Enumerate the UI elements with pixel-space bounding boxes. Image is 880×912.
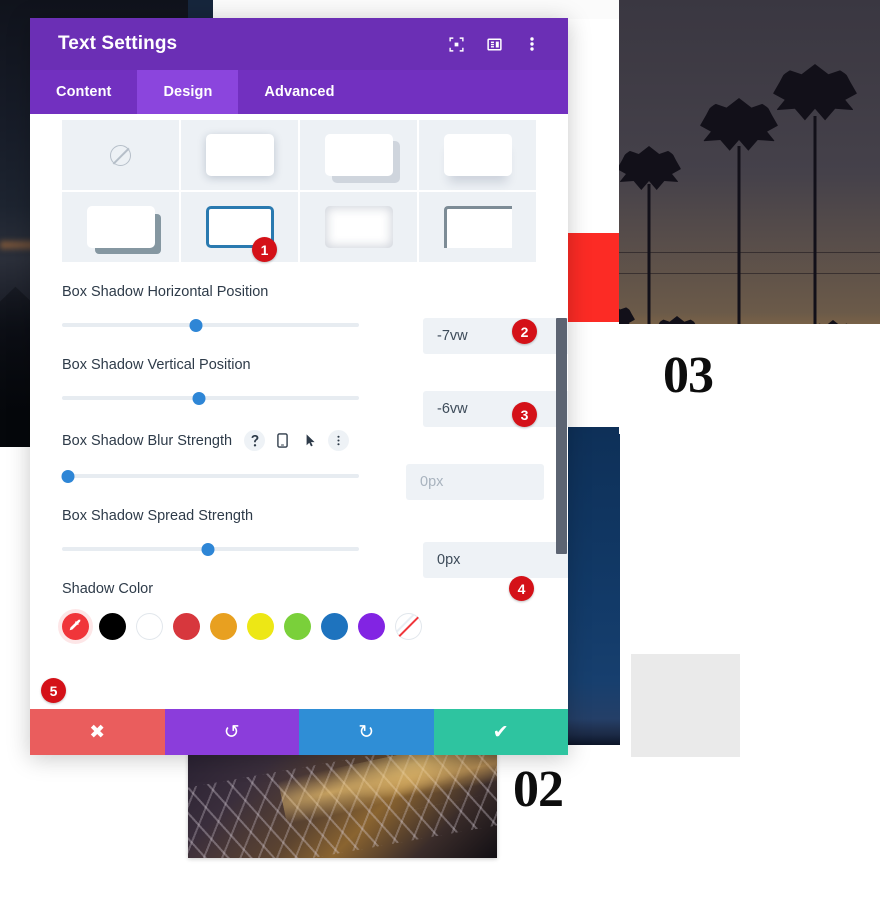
- slider-box-shadow-spread-strength[interactable]: [62, 539, 359, 559]
- preset-drop-bottom[interactable]: [419, 120, 536, 190]
- modal-footer: ✖ ↺ ↻ ✔: [30, 709, 568, 755]
- tab-content[interactable]: Content: [30, 70, 137, 114]
- swatch-transparent[interactable]: [395, 613, 422, 640]
- redo-button[interactable]: ↻: [299, 709, 434, 755]
- control-shadow-color: Shadow Color: [62, 581, 536, 640]
- annotation-badge-5: 5: [41, 678, 66, 703]
- swatch-green[interactable]: [284, 613, 311, 640]
- help-icon[interactable]: [244, 430, 266, 451]
- eyedropper-swatch[interactable]: [62, 613, 89, 640]
- navy-city-block: [565, 427, 620, 745]
- control-box-shadow-blur-strength: Box Shadow Blur Strength 0px: [61, 430, 544, 500]
- swatch-blue[interactable]: [321, 613, 348, 640]
- expand-view-icon[interactable]: [440, 28, 472, 60]
- annotation-badge-3: 3: [512, 402, 537, 427]
- card-03-number: 03: [663, 347, 714, 404]
- label-box-shadow-horizontal-position: Box Shadow Horizontal Position: [62, 284, 269, 300]
- save-button[interactable]: ✔: [433, 709, 568, 755]
- tab-advanced[interactable]: Advanced: [238, 70, 360, 114]
- annotation-badge-2: 2: [512, 319, 537, 344]
- modal-header: Text Settings: [30, 18, 568, 70]
- preset-outline[interactable]: [181, 192, 298, 262]
- input-box-shadow-vertical-position[interactable]: -6vw: [423, 391, 568, 427]
- scrollbar-thumb[interactable]: [556, 318, 567, 554]
- label-box-shadow-blur-strength: Box Shadow Blur Strength: [62, 432, 233, 449]
- top-dark-square: [188, 0, 213, 18]
- preset-offset-down-right[interactable]: [300, 120, 417, 190]
- annotation-badge-4: 4: [509, 576, 534, 601]
- options-kebab-icon[interactable]: [328, 430, 350, 451]
- label-shadow-color: Shadow Color: [62, 581, 154, 597]
- input-box-shadow-spread-strength[interactable]: 0px: [423, 542, 568, 578]
- label-box-shadow-spread-strength: Box Shadow Spread Strength: [62, 508, 254, 524]
- slider-box-shadow-horizontal-position[interactable]: [62, 315, 359, 335]
- slider-box-shadow-blur-strength[interactable]: [61, 466, 359, 486]
- swatch-orange[interactable]: [210, 613, 237, 640]
- preset-soft-glow[interactable]: [181, 120, 298, 190]
- swatch-white[interactable]: [136, 613, 163, 640]
- undo-button[interactable]: ↺: [164, 709, 299, 755]
- cancel-button[interactable]: ✖: [30, 709, 165, 755]
- modal-body: Box Shadow Horizontal Position -7vw Box …: [30, 114, 568, 709]
- modal-scrollbar[interactable]: [556, 114, 567, 709]
- preset-none[interactable]: [62, 120, 179, 190]
- box-shadow-preset-grid: [62, 120, 536, 262]
- tab-design[interactable]: Design: [137, 70, 239, 114]
- input-box-shadow-blur-strength[interactable]: 0px: [406, 464, 544, 500]
- control-box-shadow-spread-strength: Box Shadow Spread Strength 0px: [62, 508, 568, 578]
- hover-cursor-icon[interactable]: [300, 430, 321, 451]
- control-box-shadow-vertical-position: Box Shadow Vertical Position -6vw: [62, 357, 568, 427]
- swatch-purple[interactable]: [358, 613, 385, 640]
- swatch-yellow[interactable]: [247, 613, 274, 640]
- input-box-shadow-horizontal-position[interactable]: -7vw: [423, 318, 568, 354]
- responsive-mobile-icon[interactable]: [272, 430, 293, 451]
- text-settings-modal: Text Settings Content Design Advanced Bo…: [30, 18, 568, 755]
- slider-box-shadow-vertical-position[interactable]: [62, 388, 359, 408]
- bridge-photo: [188, 752, 497, 858]
- red-color-block: [565, 233, 619, 322]
- swatch-red[interactable]: [173, 613, 200, 640]
- layout-panel-icon[interactable]: [478, 28, 510, 60]
- preset-hard-bottom-right[interactable]: [62, 192, 179, 262]
- number-card-03: 03: [619, 324, 880, 434]
- swatch-black[interactable]: [99, 613, 126, 640]
- number-label-02: 02: [513, 761, 564, 818]
- preset-corner-bracket[interactable]: [419, 192, 536, 262]
- label-icon-group: [244, 430, 350, 451]
- modal-tabs: Content Design Advanced: [30, 70, 568, 114]
- no-shadow-icon: [110, 144, 131, 166]
- annotation-badge-1: 1: [252, 237, 277, 262]
- shadow-color-swatches: [62, 613, 536, 640]
- grey-placeholder-box: [631, 654, 740, 757]
- preset-inset[interactable]: [300, 192, 417, 262]
- overflow-menu-icon[interactable]: [516, 28, 548, 60]
- page-title: Text Settings: [58, 33, 178, 54]
- control-box-shadow-horizontal-position: Box Shadow Horizontal Position -7vw: [62, 284, 568, 354]
- label-box-shadow-vertical-position: Box Shadow Vertical Position: [62, 357, 251, 373]
